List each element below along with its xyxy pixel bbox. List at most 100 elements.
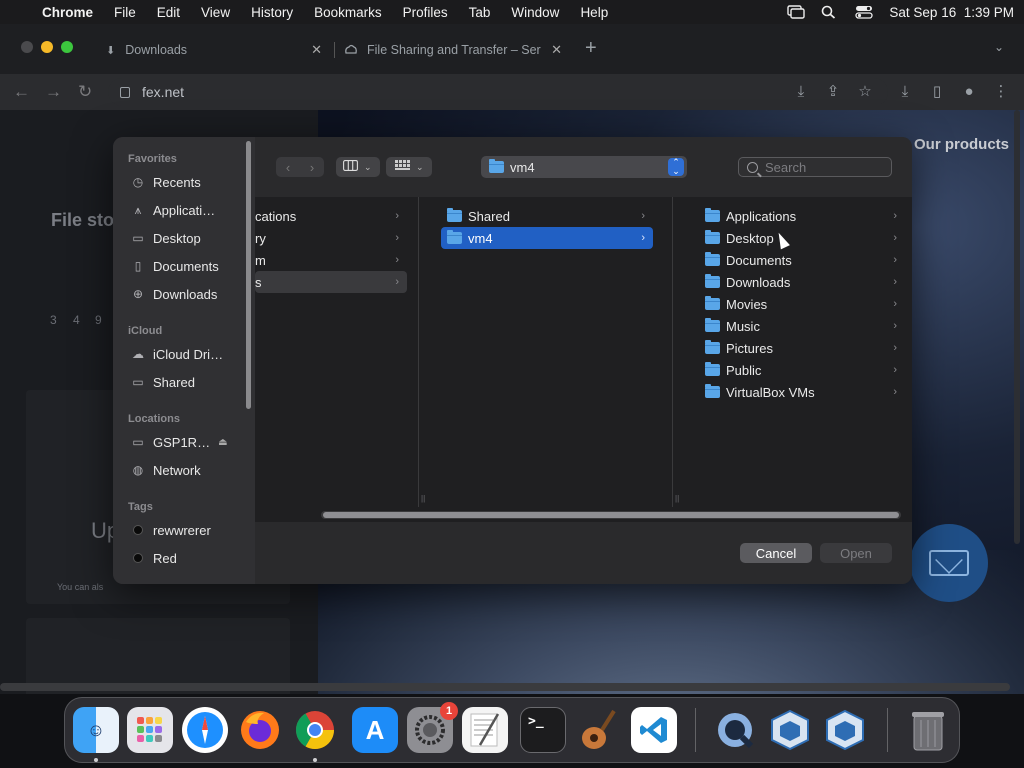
sidebar-item-downloads[interactable]: ⊕ Downloads bbox=[131, 283, 217, 305]
install-app-icon[interactable]: ⤓ bbox=[792, 83, 810, 101]
group-by-button[interactable]: ⌄ bbox=[386, 157, 432, 177]
sidebar-item-recents[interactable]: ◷ Recents bbox=[131, 171, 201, 193]
menu-clock[interactable]: Sat Sep 16 1:39 PM bbox=[889, 5, 1014, 20]
open-button[interactable]: Open bbox=[820, 543, 892, 563]
forward-chevron-icon[interactable]: › bbox=[300, 160, 324, 175]
back-arrow-icon[interactable]: ← bbox=[13, 82, 30, 102]
column-row[interactable]: Public › bbox=[685, 359, 905, 381]
sidebar-item-documents[interactable]: ▯ Documents bbox=[131, 255, 219, 277]
column-row[interactable]: ry › bbox=[255, 227, 407, 249]
back-chevron-icon[interactable]: ‹ bbox=[276, 160, 300, 175]
dock-safari-icon[interactable] bbox=[182, 707, 228, 753]
sidebar-item-drive[interactable]: ▭ GSP1R… ⏏ bbox=[131, 431, 227, 453]
tab-close-icon[interactable]: ✕ bbox=[551, 42, 562, 58]
forward-arrow-icon[interactable]: → bbox=[45, 82, 62, 102]
column-row-selected[interactable]: s › bbox=[255, 271, 407, 293]
sidebar-item-shared[interactable]: ▭ Shared bbox=[131, 371, 195, 393]
column-resize-handle[interactable]: || bbox=[421, 494, 425, 503]
page-scrollbar[interactable] bbox=[1014, 110, 1020, 544]
column-row[interactable]: m › bbox=[255, 249, 407, 271]
menu-app-name[interactable]: Chrome bbox=[42, 5, 93, 20]
menu-edit[interactable]: Edit bbox=[157, 5, 180, 20]
column-row-selected[interactable]: vm4 › bbox=[441, 227, 653, 249]
page-number-4[interactable]: 4 bbox=[73, 313, 80, 327]
bookmark-star-icon[interactable]: ☆ bbox=[856, 83, 874, 101]
dock-firefox-icon[interactable] bbox=[237, 707, 283, 753]
sidebar-item-network[interactable]: ◍ Network bbox=[131, 459, 201, 481]
sidebar-tag-red[interactable]: Red bbox=[131, 547, 177, 569]
column-row[interactable]: Shared › bbox=[441, 205, 653, 227]
folder-icon bbox=[705, 384, 720, 398]
cancel-button[interactable]: Cancel bbox=[740, 543, 812, 563]
column-row[interactable]: VirtualBox VMs › bbox=[685, 381, 905, 403]
dock-virtualbox-icon-2[interactable] bbox=[822, 707, 868, 753]
column-row[interactable]: Music › bbox=[685, 315, 905, 337]
tab-downloads[interactable]: ⬇ Downloads ✕ bbox=[106, 37, 326, 63]
address-bar[interactable]: fex.net bbox=[108, 78, 888, 106]
tab-close-icon[interactable]: ✕ bbox=[311, 42, 322, 58]
tab-search-chevron-icon[interactable]: ⌄ bbox=[994, 40, 1004, 54]
side-panel-icon[interactable]: ▯ bbox=[928, 83, 946, 101]
dock-terminal-icon[interactable]: >_ bbox=[520, 707, 566, 753]
column-row[interactable]: Downloads › bbox=[685, 271, 905, 293]
dock-chrome-icon[interactable] bbox=[292, 707, 338, 753]
sidebar-item-desktop[interactable]: ▭ Desktop bbox=[131, 227, 200, 249]
sidebar-tag-rewwrerer[interactable]: rewwrerer bbox=[131, 519, 211, 541]
menu-profiles[interactable]: Profiles bbox=[403, 5, 448, 20]
menu-bookmarks[interactable]: Bookmarks bbox=[314, 5, 382, 20]
chrome-menu-icon[interactable]: ⋮ bbox=[992, 83, 1010, 101]
tab-fex[interactable]: File Sharing and Transfer – Ser ✕ bbox=[344, 37, 566, 63]
new-tab-button[interactable]: + bbox=[585, 37, 597, 60]
dock-textedit-icon[interactable] bbox=[462, 707, 508, 753]
spotlight-search-icon[interactable] bbox=[821, 5, 839, 19]
dock-trash-icon[interactable] bbox=[905, 707, 951, 753]
menu-window[interactable]: Window bbox=[511, 5, 559, 20]
downloads-icon[interactable]: ⤓ bbox=[896, 83, 914, 101]
reload-icon[interactable]: ↻ bbox=[78, 82, 92, 102]
dock-finder-icon[interactable]: ☺ bbox=[73, 707, 119, 753]
eject-icon[interactable]: ⏏ bbox=[218, 437, 227, 448]
menu-view[interactable]: View bbox=[201, 5, 230, 20]
view-mode-button[interactable]: ⌄ bbox=[336, 157, 380, 177]
column-row[interactable]: Applications › bbox=[685, 205, 905, 227]
dock-launchpad-icon[interactable] bbox=[127, 707, 173, 753]
dock-app-store-icon[interactable]: A bbox=[352, 707, 398, 753]
menu-tab[interactable]: Tab bbox=[469, 5, 491, 20]
menu-history[interactable]: History bbox=[251, 5, 293, 20]
control-center-icon[interactable] bbox=[855, 5, 874, 19]
column-resize-handle[interactable]: || bbox=[675, 494, 679, 503]
menu-help[interactable]: Help bbox=[580, 5, 608, 20]
sidebar-scrollbar[interactable] bbox=[246, 141, 251, 409]
window-minimize-button[interactable] bbox=[41, 41, 53, 53]
dock-garageband-icon[interactable] bbox=[575, 707, 621, 753]
dock-vscode-icon[interactable] bbox=[631, 707, 677, 753]
search-field[interactable] bbox=[738, 157, 892, 177]
dock-quicktime-icon[interactable] bbox=[712, 707, 758, 753]
column-row[interactable]: Documents › bbox=[685, 249, 905, 271]
page-number-9[interactable]: 9 bbox=[95, 313, 102, 327]
screen-mirroring-icon[interactable] bbox=[787, 5, 806, 19]
row-label: s bbox=[255, 274, 262, 290]
sidebar-item-applications[interactable]: ⩚ Applicati… bbox=[131, 199, 216, 221]
dock-virtualbox-icon[interactable] bbox=[767, 707, 813, 753]
window-close-button[interactable] bbox=[21, 41, 33, 53]
profile-icon[interactable]: ● bbox=[960, 83, 978, 101]
column-row[interactable]: Movies › bbox=[685, 293, 905, 315]
search-input[interactable] bbox=[765, 159, 885, 175]
page-horizontal-scrollbar[interactable] bbox=[0, 683, 1010, 691]
scrollbar-thumb[interactable] bbox=[323, 512, 899, 518]
sidebar-item-icloud-drive[interactable]: ☁ iCloud Dri… bbox=[131, 343, 223, 365]
menu-file[interactable]: File bbox=[114, 5, 136, 20]
column-row[interactable]: Pictures › bbox=[685, 337, 905, 359]
window-zoom-button[interactable] bbox=[61, 41, 73, 53]
page-number-3[interactable]: 3 bbox=[50, 313, 57, 327]
nav-our-products[interactable]: Our products bbox=[914, 136, 1009, 153]
sidebar-item-label: Recents bbox=[153, 174, 201, 190]
contact-mail-button[interactable] bbox=[910, 524, 988, 602]
dock-settings-icon[interactable]: 1 bbox=[407, 702, 458, 753]
column-row[interactable]: cations › bbox=[255, 205, 407, 227]
column-browser-scrollbar[interactable] bbox=[321, 511, 901, 519]
column-row[interactable]: Desktop › bbox=[685, 227, 905, 249]
share-icon[interactable]: ⇪ bbox=[824, 83, 842, 101]
location-popup[interactable]: vm4 ⌃ ⌄ bbox=[481, 156, 687, 178]
